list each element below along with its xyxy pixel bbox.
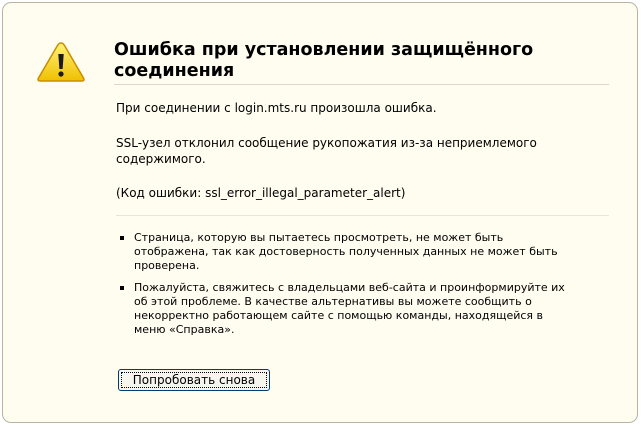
error-panel: Ошибка при установлении защищённого соед… [2,2,638,423]
error-details-list: Страница, которую вы пытаетесь просмотре… [116,231,571,345]
try-again-button[interactable]: Попробовать снова [118,369,270,391]
error-description: SSL-узел отклонил сообщение рукопожатия … [116,136,537,166]
bullet-icon [120,286,124,290]
list-item-text: Страница, которую вы пытаетесь просмотре… [134,231,558,272]
try-again-button-label: Попробовать снова [121,372,267,388]
title-divider [114,84,609,85]
error-code: (Код ошибки: ssl_error_illegal_parameter… [116,186,406,200]
bullet-icon [120,236,124,240]
list-item: Страница, которую вы пытаетесь просмотре… [116,231,571,273]
section-divider [116,215,609,216]
warning-triangle-icon [37,42,85,82]
list-item-text: Пожалуйста, свяжитесь с владельцами веб-… [134,281,565,336]
error-message: При соединении с login.mts.ru произошла … [116,101,437,115]
list-item: Пожалуйста, свяжитесь с владельцами веб-… [116,281,571,337]
error-title: Ошибка при установлении защищённого соед… [114,40,534,81]
